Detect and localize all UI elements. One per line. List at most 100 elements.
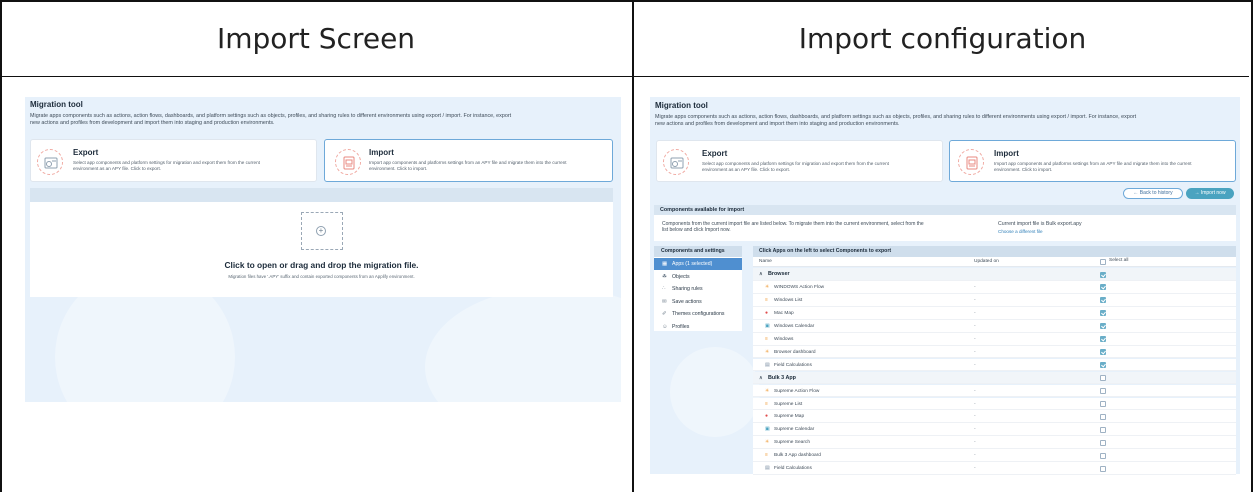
row-checkbox[interactable] — [1100, 349, 1106, 356]
config-import-icon — [958, 149, 984, 175]
row-checkbox[interactable] — [1100, 426, 1106, 433]
dropzone-main-text: Click to open or drag and drop the migra… — [224, 260, 419, 270]
sidebar-item-save-actions[interactable]: ✉ Save actions — [654, 296, 742, 308]
row-checkbox[interactable] — [1100, 401, 1106, 407]
component-type-icon: ≡ — [765, 452, 768, 459]
table-row[interactable]: ▤ Field Calculations - — [753, 462, 1236, 476]
row-checkbox[interactable] — [1100, 452, 1106, 459]
config-export-card[interactable]: Export Select app components and platfor… — [656, 140, 943, 182]
row-name-text: Bulk 3 App dashboard — [774, 453, 821, 459]
table-row[interactable]: ● Supreme Map - — [753, 410, 1236, 424]
row-name: ▣ Supreme Calendar — [765, 423, 814, 436]
export-icon — [37, 149, 63, 175]
row-checkbox[interactable] — [1100, 284, 1106, 291]
row-name-text: Supreme Search — [774, 440, 810, 446]
sidebar-item-label: Profiles — [672, 323, 690, 330]
row-checkbox[interactable] — [1100, 271, 1106, 278]
row-updated-on: - — [974, 309, 976, 316]
import-now-button[interactable]: → Import now — [1186, 188, 1234, 199]
row-checkbox[interactable] — [1100, 375, 1106, 382]
row-name: ✳ Supreme Action Flow — [765, 385, 819, 398]
save-icon: ✉ — [662, 298, 667, 305]
row-updated-on: - — [974, 283, 976, 290]
export-title: Export — [73, 148, 99, 157]
share-icon: ∴ — [662, 286, 666, 292]
row-name-text: Browser dashboard — [774, 349, 816, 355]
row-name: ▤ Field Calculations — [765, 462, 812, 475]
row-checkbox[interactable] — [1100, 413, 1106, 420]
table-row[interactable]: ▣ Supreme Calendar - — [753, 423, 1236, 437]
table-row[interactable]: ✳ Supreme Search - — [753, 436, 1236, 450]
export-card[interactable]: Export Select app components and platfor… — [30, 139, 317, 182]
row-name-text: Supreme Calendar — [774, 427, 815, 433]
row-updated-on: - — [974, 452, 976, 459]
row-checkbox[interactable] — [1100, 439, 1106, 446]
row-name-text: Supreme List — [774, 401, 803, 407]
row-checkbox[interactable] — [1100, 310, 1106, 317]
table-row[interactable]: ✳ Browser dashboard - — [753, 345, 1236, 359]
sidebar-item-objects[interactable]: ☘ Objects — [654, 271, 742, 283]
table-row[interactable]: ✳ Supreme Action Flow - — [753, 384, 1236, 398]
table-row[interactable]: ≡ Windows - — [753, 332, 1236, 346]
back-to-history-button[interactable]: ← Back to history — [1123, 188, 1183, 199]
components-settings-header: Components and settings — [654, 246, 742, 257]
sidebar-item-themes-configurations[interactable]: ✐ Themes configurations — [654, 308, 742, 320]
choose-different-file-link[interactable]: Choose a different file — [998, 229, 1043, 234]
grid-icon: ▦ — [662, 261, 668, 267]
row-updated-on: - — [974, 335, 976, 342]
table-row[interactable]: ≡ Supreme List - — [753, 397, 1236, 411]
table-row[interactable]: ▤ Field Calculations - — [753, 358, 1236, 372]
component-type-icon: ✳ — [765, 387, 770, 394]
row-name-text: Mac Map — [774, 310, 794, 316]
config-export-description: Select app components and platform setti… — [702, 161, 889, 172]
row-checkbox[interactable] — [1100, 323, 1106, 330]
sidebar-item-apps-1-selected[interactable]: ▦ Apps (1 selected) — [654, 258, 742, 270]
table-row[interactable]: ≡ Windows List - — [753, 293, 1236, 307]
migration-tool-title: Migration tool — [30, 100, 83, 109]
sidebar-item-label: Sharing rules — [672, 286, 703, 292]
import-card[interactable]: Import Import app components and platfor… — [324, 139, 613, 182]
row-name: ≡ Windows List — [765, 294, 802, 307]
row-name: ≡ Windows — [765, 333, 793, 346]
left-column-title: Import Screen — [216, 21, 416, 55]
row-name-text: Windows — [774, 336, 794, 342]
config-import-title: Import — [994, 149, 1019, 158]
current-import-file: Current import file is Bulk export.apy — [998, 221, 1082, 227]
export-description: Select app components and platform setti… — [73, 160, 260, 171]
config-import-card[interactable]: Import Import app components and platfor… — [949, 140, 1236, 182]
row-checkbox[interactable] — [1100, 362, 1106, 369]
row-name-text: Windows Calendar — [774, 323, 815, 329]
component-type-icon: ≡ — [765, 296, 768, 303]
chevron-up-icon[interactable]: ∧ — [759, 372, 768, 384]
chevron-up-icon[interactable]: ∧ — [759, 268, 768, 280]
group-row[interactable]: ∧ Browser — [753, 268, 1236, 281]
sidebar-item-label: Save actions — [672, 298, 702, 305]
table-row[interactable]: ✳ WINDOWS Action Flow - — [753, 280, 1236, 294]
dropzone-sub-text: Migration files have '.APY' suffix and c… — [228, 274, 415, 279]
config-import-description: Import app components and platforms sett… — [994, 161, 1192, 172]
row-name-text: Supreme Map — [774, 414, 805, 420]
row-checkbox[interactable] — [1100, 388, 1106, 395]
row-checkbox[interactable] — [1100, 465, 1106, 472]
component-type-icon: ≡ — [765, 335, 768, 342]
table-row[interactable]: ● Mac Map - — [753, 306, 1236, 320]
component-type-icon: ▤ — [765, 465, 770, 472]
row-checkbox[interactable] — [1100, 336, 1106, 343]
select-all-box[interactable] — [1100, 259, 1106, 265]
sidebar-item-sharing-rules[interactable]: ∴ Sharing rules — [654, 283, 742, 295]
row-name: ● Mac Map — [765, 307, 794, 320]
select-all-label: Select all — [1109, 258, 1129, 263]
plus-icon[interactable]: + — [316, 226, 326, 236]
table-row[interactable]: ≡ Bulk 3 App dashboard - — [753, 449, 1236, 463]
table-row[interactable]: ▣ Windows Calendar - — [753, 319, 1236, 333]
components-available-header: Components available for import — [654, 205, 1236, 215]
row-name-text: WINDOWS Action Flow — [774, 284, 825, 290]
group-row[interactable]: ∧ Bulk 3 App — [753, 371, 1236, 385]
row-name: ✳ Browser dashboard — [765, 346, 816, 359]
sidebar-item-profiles[interactable]: ☺ Profiles — [654, 321, 742, 333]
config-export-icon — [663, 149, 689, 175]
row-name-text: Browser — [768, 271, 790, 277]
row-checkbox[interactable] — [1100, 297, 1106, 304]
right-column-title: Import configuration — [798, 21, 1087, 55]
row-updated-on: - — [974, 413, 976, 420]
